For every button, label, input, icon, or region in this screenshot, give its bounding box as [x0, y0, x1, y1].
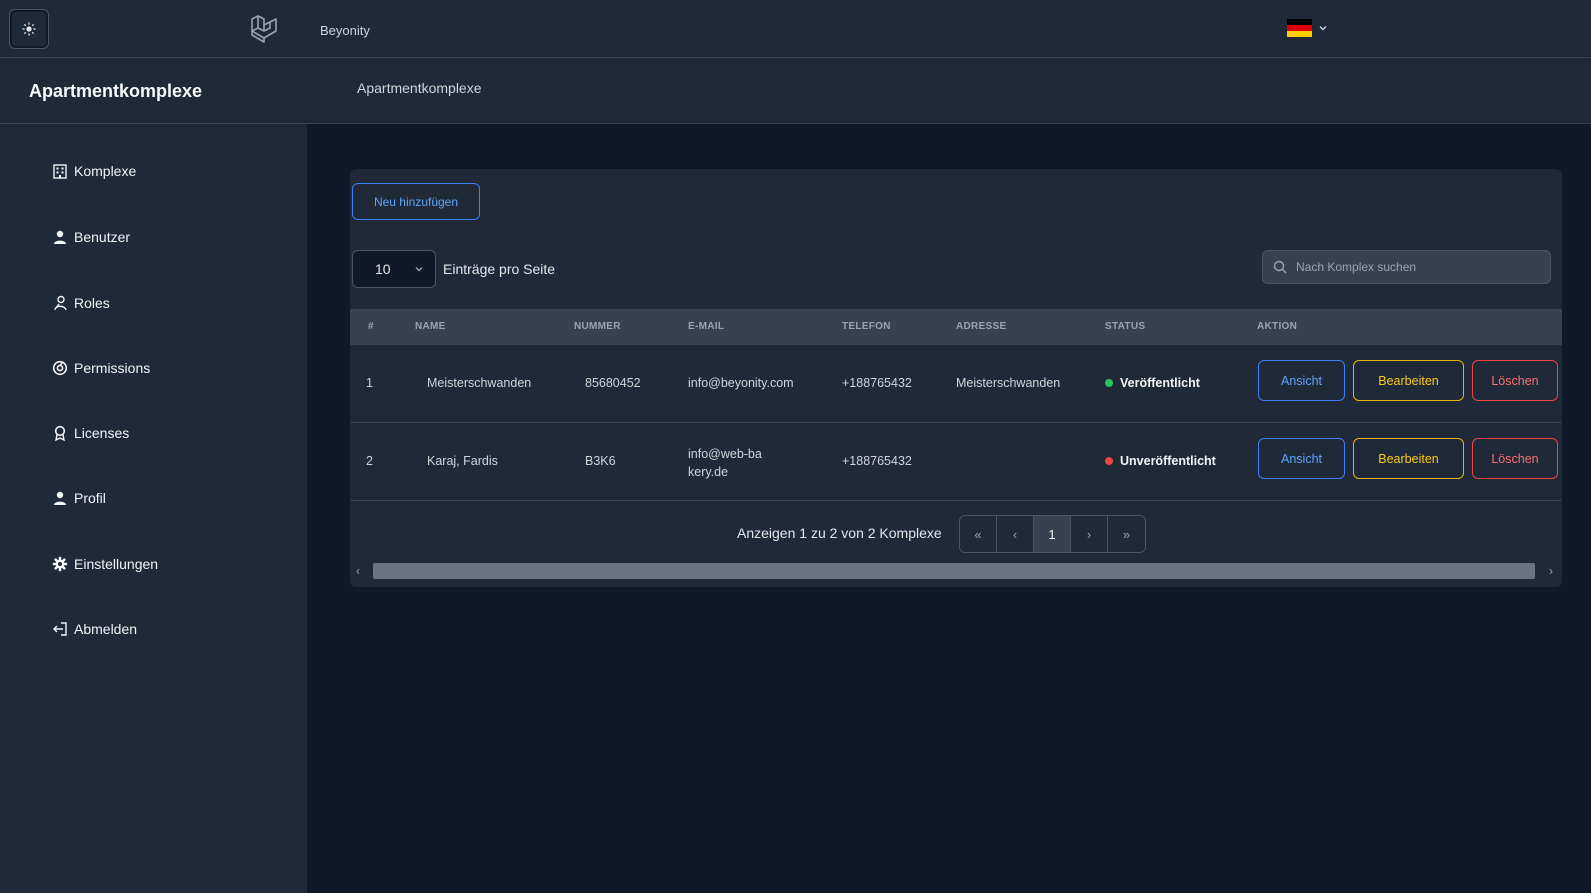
header-row: Apartmentkomplexe Apartmentkomplexe	[0, 58, 1591, 124]
page-title: Apartmentkomplexe	[29, 81, 203, 101]
edit-button[interactable]: Bearbeiten	[1353, 360, 1464, 401]
sidebar: Komplexe Benutzer Roles Permissions Lice…	[0, 124, 307, 893]
sidebar-item-label: Komplexe	[74, 163, 137, 179]
sidebar-item-einstellungen[interactable]: Einstellungen	[52, 554, 158, 574]
award-icon	[54, 425, 66, 441]
search-icon	[1273, 260, 1287, 274]
prev-page-button[interactable]: ‹	[997, 516, 1034, 552]
row-name: Karaj, Fardis	[427, 454, 498, 468]
pagination: « ‹ 1 › »	[959, 515, 1146, 553]
next-page-button[interactable]: ›	[1071, 516, 1108, 552]
sidebar-item-label: Permissions	[74, 360, 151, 376]
column-header-phone[interactable]: TELEFON	[842, 321, 891, 332]
row-email: info@beyonity.com	[688, 376, 794, 390]
sidebar-item-licenses[interactable]: Licenses	[52, 423, 129, 443]
breadcrumb: Apartmentkomplexe	[357, 80, 482, 96]
status-dot-unpublished	[1105, 457, 1113, 465]
column-header-address[interactable]: ADRESSE	[956, 321, 1006, 332]
row-phone: +188765432	[842, 454, 912, 468]
delete-button[interactable]: Löschen	[1472, 360, 1558, 401]
sidebar-item-benutzer[interactable]: Benutzer	[52, 227, 130, 247]
sidebar-item-roles[interactable]: Roles	[52, 293, 110, 313]
table-header: # NAME NUMMER E-MAIL TELEFON ADRESSE STA…	[350, 309, 1562, 345]
row-number: B3K6	[585, 454, 616, 468]
row-address: Meisterschwanden	[956, 376, 1061, 390]
sidebar-item-label: Roles	[74, 295, 110, 311]
gear-icon	[52, 556, 68, 572]
row-phone: +188765432	[842, 376, 912, 390]
chevron-down-icon	[1319, 26, 1327, 31]
pagination-info: Anzeigen 1 zu 2 von 2 Komplexe	[737, 525, 942, 541]
last-page-button[interactable]: »	[1108, 516, 1145, 552]
column-header-index: #	[368, 321, 374, 332]
column-header-name[interactable]: NAME	[415, 321, 446, 332]
user-icon	[54, 230, 66, 244]
row-email: info@web-bakery.de	[688, 447, 762, 479]
user-tie-icon	[54, 295, 67, 311]
germany-flag-icon	[1287, 19, 1312, 37]
theme-toggle-button[interactable]	[9, 9, 49, 49]
brand-name[interactable]: Beyonity	[320, 23, 370, 38]
chevron-down-icon	[415, 267, 423, 272]
sidebar-item-label: Licenses	[74, 425, 130, 441]
column-header-status[interactable]: STATUS	[1105, 321, 1145, 332]
circle-check-icon	[52, 360, 68, 376]
table-row: 2 Karaj, Fardis B3K6 info@web-bakery.de …	[350, 423, 1562, 501]
first-page-button[interactable]: «	[960, 516, 997, 552]
sun-icon	[22, 22, 36, 36]
page-button-current[interactable]: 1	[1034, 516, 1071, 552]
sidebar-item-label: Einstellungen	[74, 556, 159, 572]
top-bar: Beyonity	[0, 0, 1591, 58]
column-header-action: AKTION	[1257, 321, 1298, 332]
laravel-logo-icon[interactable]	[249, 14, 279, 44]
search-input[interactable]	[1296, 260, 1536, 274]
add-new-button[interactable]: Neu hinzufügen	[352, 183, 480, 220]
delete-button[interactable]: Löschen	[1472, 438, 1558, 479]
per-page-label: Einträge pro Seite	[443, 261, 556, 277]
column-header-email[interactable]: E-MAIL	[688, 321, 724, 332]
sidebar-item-abmelden[interactable]: Abmelden	[52, 619, 137, 639]
row-name: Meisterschwanden	[427, 376, 532, 390]
scroll-right-arrow-icon[interactable]: ›	[1543, 562, 1559, 579]
row-number: 85680452	[585, 376, 641, 390]
scrollbar-thumb[interactable]	[373, 563, 1535, 579]
user-icon	[54, 491, 66, 505]
column-header-number[interactable]: NUMMER	[574, 321, 621, 332]
view-button[interactable]: Ansicht	[1258, 438, 1345, 479]
sidebar-item-label: Abmelden	[74, 621, 138, 637]
complex-list-card: Neu hinzufügen 10 Einträge pro Seite # N…	[350, 169, 1562, 587]
status-text: Unveröffentlicht	[1120, 454, 1216, 468]
view-button[interactable]: Ansicht	[1258, 360, 1345, 401]
per-page-value: 10	[375, 261, 391, 277]
building-icon	[53, 164, 67, 179]
status-badge: Veröffentlicht	[1105, 376, 1200, 390]
logout-icon	[53, 622, 67, 636]
language-selector[interactable]	[1287, 19, 1328, 37]
sidebar-item-label: Benutzer	[74, 229, 131, 245]
sidebar-item-profil[interactable]: Profil	[52, 488, 106, 508]
scroll-left-arrow-icon[interactable]: ‹	[350, 562, 366, 579]
edit-button[interactable]: Bearbeiten	[1353, 438, 1464, 479]
status-badge: Unveröffentlicht	[1105, 454, 1216, 468]
row-index: 2	[366, 454, 373, 468]
horizontal-scrollbar[interactable]: ‹ ›	[350, 562, 1562, 579]
status-dot-published	[1105, 379, 1113, 387]
table-row: 1 Meisterschwanden 85680452 info@beyonit…	[350, 345, 1562, 423]
sidebar-item-permissions[interactable]: Permissions	[52, 358, 150, 378]
search-box	[1262, 250, 1551, 284]
row-index: 1	[366, 376, 373, 390]
sidebar-item-komplexe[interactable]: Komplexe	[52, 161, 136, 181]
status-text: Veröffentlicht	[1120, 376, 1200, 390]
sidebar-item-label: Profil	[74, 490, 106, 506]
per-page-select[interactable]: 10	[352, 250, 436, 288]
